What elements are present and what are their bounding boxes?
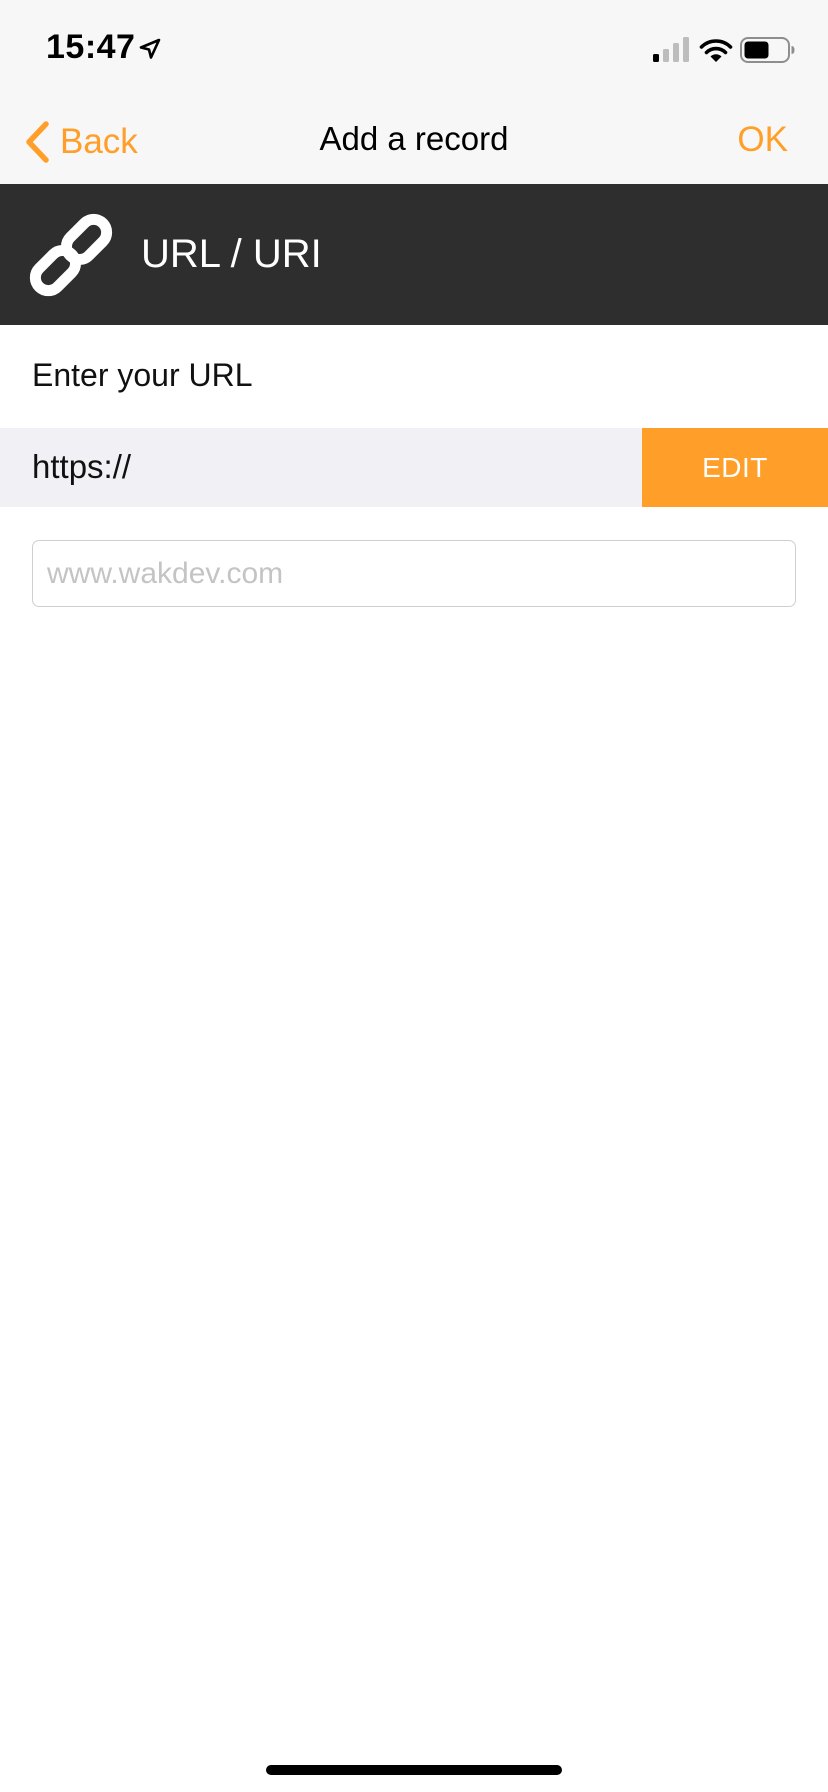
record-type-header: URL / URI [0, 184, 828, 325]
record-type-title: URL / URI [141, 232, 322, 276]
navigation-bar: Back Add a record OK [0, 100, 828, 184]
page-title: Add a record [319, 120, 509, 157]
url-scheme-value: https:// [32, 448, 132, 485]
url-scheme-row: https:// EDIT [0, 428, 828, 507]
home-indicator [266, 1765, 562, 1775]
url-input[interactable] [32, 540, 796, 607]
status-time: 15:47 [46, 28, 136, 66]
url-prompt-label: Enter your URL [32, 357, 253, 393]
wifi-icon [699, 39, 733, 62]
link-icon [29, 213, 113, 297]
battery-icon [740, 37, 795, 63]
status-bar: 15:47 [0, 0, 828, 100]
edit-scheme-button[interactable]: EDIT [642, 428, 828, 507]
ok-button[interactable]: OK [737, 120, 788, 160]
location-arrow-icon [139, 38, 161, 59]
cellular-signal-icon [653, 37, 689, 62]
